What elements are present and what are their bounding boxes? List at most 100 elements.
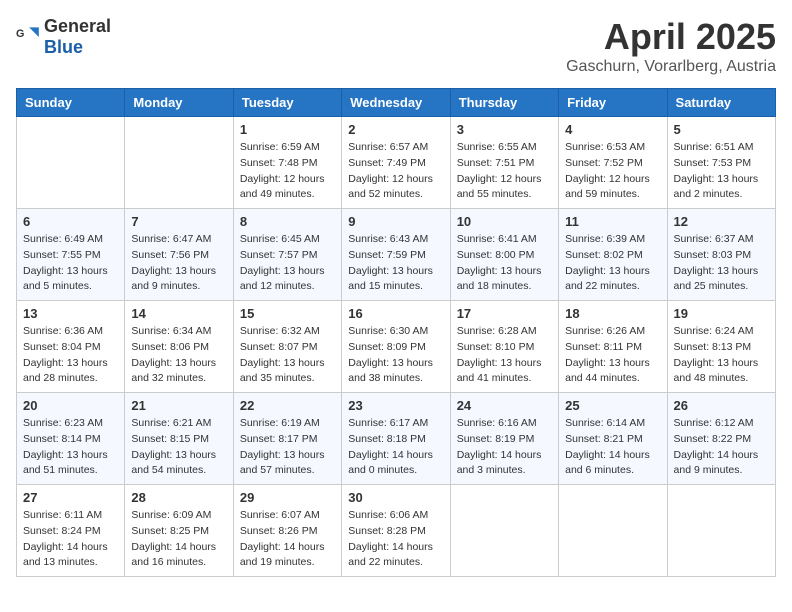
day-number: 9 — [348, 214, 443, 229]
calendar-cell: 14Sunrise: 6:34 AM Sunset: 8:06 PM Dayli… — [125, 301, 233, 393]
day-info: Sunrise: 6:51 AM Sunset: 7:53 PM Dayligh… — [674, 140, 769, 203]
day-info: Sunrise: 6:11 AM Sunset: 8:24 PM Dayligh… — [23, 508, 118, 571]
day-number: 5 — [674, 122, 769, 137]
day-info: Sunrise: 6:43 AM Sunset: 7:59 PM Dayligh… — [348, 232, 443, 295]
day-number: 11 — [565, 214, 660, 229]
calendar-cell: 5 Sunrise: 6:51 AM Sunset: 7:53 PM Daylig… — [667, 117, 775, 209]
logo-icon: G — [16, 25, 40, 49]
day-info: Sunrise: 6:26 AM Sunset: 8:11 PM Dayligh… — [565, 324, 660, 387]
calendar-cell: 3 Sunrise: 6:55 AM Sunset: 7:51 PM Daylig… — [450, 117, 558, 209]
calendar-cell: 27 Sunrise: 6:11 AM Sunset: 8:24 PM Dayli… — [17, 485, 125, 577]
day-number: 8 — [240, 214, 335, 229]
calendar-cell: 30 Sunrise: 6:06 AM Sunset: 8:28 PM Dayli… — [342, 485, 450, 577]
title-area: April 2025 Gaschurn, Vorarlberg, Austria — [566, 16, 776, 76]
day-number: 3 — [457, 122, 552, 137]
day-number: 15 — [240, 306, 335, 321]
calendar-table: SundayMondayTuesdayWednesdayThursdayFrid… — [16, 88, 776, 577]
svg-text:G: G — [16, 28, 24, 40]
logo-general: General — [44, 16, 111, 36]
day-info: Sunrise: 6:36 AM Sunset: 8:04 PM Dayligh… — [23, 324, 118, 387]
calendar-cell — [17, 117, 125, 209]
day-info: Sunrise: 6:16 AM Sunset: 8:19 PM Dayligh… — [457, 416, 552, 479]
day-info: Sunrise: 6:55 AM Sunset: 7:51 PM Dayligh… — [457, 140, 552, 203]
day-number: 6 — [23, 214, 118, 229]
calendar-cell: 26 Sunrise: 6:12 AM Sunset: 8:22 PM Dayli… — [667, 393, 775, 485]
day-info: Sunrise: 6:21 AM Sunset: 8:15 PM Dayligh… — [131, 416, 226, 479]
day-info: Sunrise: 6:57 AM Sunset: 7:49 PM Dayligh… — [348, 140, 443, 203]
day-number: 30 — [348, 490, 443, 505]
calendar-cell: 24 Sunrise: 6:16 AM Sunset: 8:19 PM Dayli… — [450, 393, 558, 485]
day-info: Sunrise: 6:34 AM Sunset: 8:06 PM Dayligh… — [131, 324, 226, 387]
day-number: 1 — [240, 122, 335, 137]
calendar-cell: 8 Sunrise: 6:45 AM Sunset: 7:57 PM Daylig… — [233, 209, 341, 301]
day-number: 18 — [565, 306, 660, 321]
calendar-cell: 25 Sunrise: 6:14 AM Sunset: 8:21 PM Dayli… — [559, 393, 667, 485]
day-number: 26 — [674, 398, 769, 413]
calendar-cell: 11Sunrise: 6:39 AM Sunset: 8:02 PM Dayli… — [559, 209, 667, 301]
calendar-cell: 22Sunrise: 6:19 AM Sunset: 8:17 PM Dayli… — [233, 393, 341, 485]
calendar-week-row: 20Sunrise: 6:23 AM Sunset: 8:14 PM Dayli… — [17, 393, 776, 485]
day-info: Sunrise: 6:12 AM Sunset: 8:22 PM Dayligh… — [674, 416, 769, 479]
day-number: 21 — [131, 398, 226, 413]
day-info: Sunrise: 6:07 AM Sunset: 8:26 PM Dayligh… — [240, 508, 335, 571]
day-header-thursday: Thursday — [450, 89, 558, 117]
day-info: Sunrise: 6:37 AM Sunset: 8:03 PM Dayligh… — [674, 232, 769, 295]
month-title: April 2025 — [566, 16, 776, 58]
day-number: 20 — [23, 398, 118, 413]
day-number: 4 — [565, 122, 660, 137]
calendar-cell: 15Sunrise: 6:32 AM Sunset: 8:07 PM Dayli… — [233, 301, 341, 393]
day-number: 16 — [348, 306, 443, 321]
day-number: 27 — [23, 490, 118, 505]
calendar-cell — [667, 485, 775, 577]
calendar-cell — [125, 117, 233, 209]
calendar-cell — [559, 485, 667, 577]
day-number: 2 — [348, 122, 443, 137]
day-info: Sunrise: 6:14 AM Sunset: 8:21 PM Dayligh… — [565, 416, 660, 479]
calendar-cell: 16Sunrise: 6:30 AM Sunset: 8:09 PM Dayli… — [342, 301, 450, 393]
calendar-cell: 4 Sunrise: 6:53 AM Sunset: 7:52 PM Daylig… — [559, 117, 667, 209]
calendar-cell: 28Sunrise: 6:09 AM Sunset: 8:25 PM Dayli… — [125, 485, 233, 577]
day-info: Sunrise: 6:49 AM Sunset: 7:55 PM Dayligh… — [23, 232, 118, 295]
calendar-cell: 18 Sunrise: 6:26 AM Sunset: 8:11 PM Dayli… — [559, 301, 667, 393]
day-number: 12 — [674, 214, 769, 229]
day-number: 17 — [457, 306, 552, 321]
calendar-week-row: 13 Sunrise: 6:36 AM Sunset: 8:04 PM Dayli… — [17, 301, 776, 393]
day-info: Sunrise: 6:41 AM Sunset: 8:00 PM Dayligh… — [457, 232, 552, 295]
day-info: Sunrise: 6:06 AM Sunset: 8:28 PM Dayligh… — [348, 508, 443, 571]
day-number: 13 — [23, 306, 118, 321]
day-info: Sunrise: 6:47 AM Sunset: 7:56 PM Dayligh… — [131, 232, 226, 295]
day-number: 29 — [240, 490, 335, 505]
calendar-cell: 1Sunrise: 6:59 AM Sunset: 7:48 PM Daylig… — [233, 117, 341, 209]
calendar-cell: 13 Sunrise: 6:36 AM Sunset: 8:04 PM Dayli… — [17, 301, 125, 393]
day-header-sunday: Sunday — [17, 89, 125, 117]
calendar-week-row: 6 Sunrise: 6:49 AM Sunset: 7:55 PM Daylig… — [17, 209, 776, 301]
day-info: Sunrise: 6:53 AM Sunset: 7:52 PM Dayligh… — [565, 140, 660, 203]
day-header-tuesday: Tuesday — [233, 89, 341, 117]
day-info: Sunrise: 6:45 AM Sunset: 7:57 PM Dayligh… — [240, 232, 335, 295]
calendar-cell — [450, 485, 558, 577]
location-title: Gaschurn, Vorarlberg, Austria — [566, 58, 776, 76]
calendar-cell: 19 Sunrise: 6:24 AM Sunset: 8:13 PM Dayli… — [667, 301, 775, 393]
calendar-cell: 23Sunrise: 6:17 AM Sunset: 8:18 PM Dayli… — [342, 393, 450, 485]
day-number: 19 — [674, 306, 769, 321]
day-number: 25 — [565, 398, 660, 413]
day-header-friday: Friday — [559, 89, 667, 117]
logo-blue: Blue — [44, 37, 83, 57]
day-info: Sunrise: 6:24 AM Sunset: 8:13 PM Dayligh… — [674, 324, 769, 387]
calendar-cell: 20Sunrise: 6:23 AM Sunset: 8:14 PM Dayli… — [17, 393, 125, 485]
day-number: 24 — [457, 398, 552, 413]
day-number: 10 — [457, 214, 552, 229]
calendar-cell: 7 Sunrise: 6:47 AM Sunset: 7:56 PM Daylig… — [125, 209, 233, 301]
calendar-cell: 17Sunrise: 6:28 AM Sunset: 8:10 PM Dayli… — [450, 301, 558, 393]
calendar-week-row: 1Sunrise: 6:59 AM Sunset: 7:48 PM Daylig… — [17, 117, 776, 209]
day-header-monday: Monday — [125, 89, 233, 117]
day-info: Sunrise: 6:17 AM Sunset: 8:18 PM Dayligh… — [348, 416, 443, 479]
calendar-cell: 10 Sunrise: 6:41 AM Sunset: 8:00 PM Dayli… — [450, 209, 558, 301]
calendar-cell: 21 Sunrise: 6:21 AM Sunset: 8:15 PM Dayli… — [125, 393, 233, 485]
day-header-wednesday: Wednesday — [342, 89, 450, 117]
calendar-cell: 29 Sunrise: 6:07 AM Sunset: 8:26 PM Dayli… — [233, 485, 341, 577]
header: G General Blue April 2025 Gaschurn, Vora… — [16, 16, 776, 76]
calendar-cell: 6 Sunrise: 6:49 AM Sunset: 7:55 PM Daylig… — [17, 209, 125, 301]
day-info: Sunrise: 6:09 AM Sunset: 8:25 PM Dayligh… — [131, 508, 226, 571]
day-number: 7 — [131, 214, 226, 229]
